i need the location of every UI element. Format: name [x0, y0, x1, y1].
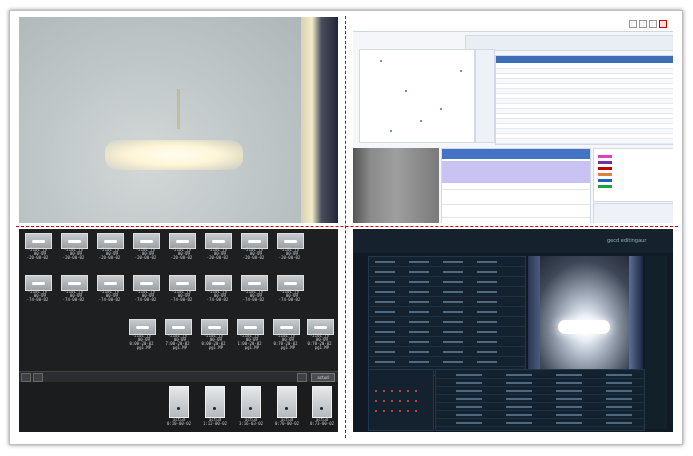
window-titlebar	[353, 17, 673, 32]
selected-thumbnail[interactable]: actud 0:10-00-02	[164, 386, 194, 430]
filter-toolbar[interactable]	[465, 35, 673, 51]
selected-thumbnail[interactable]: actud 1:12-00-02	[200, 386, 230, 430]
thumbnail[interactable]: -2101_jy 00-09 -20-00-02	[21, 231, 54, 261]
camera-view-top-left	[19, 17, 338, 223]
thumbnail[interactable]: -2101_jy 00-09 -74-00-02	[237, 273, 270, 303]
thumbnail[interactable]: -2101_jy 00-09 0:70-20-02 pg1.MP	[303, 317, 336, 350]
selected-thumbnail[interactable]: actud 0:70-00-02	[272, 386, 302, 430]
thumbnail[interactable]: -2101_jy 00-09 -20-00-02	[57, 231, 90, 261]
thumbnail[interactable]: -2101_jy 00-09 -20-00-02	[129, 231, 162, 261]
defect-detail-table[interactable]	[441, 148, 591, 223]
thumbnail[interactable]: -2101_jy 00-09 -20-00-02	[93, 231, 126, 261]
thumbnail[interactable]: -2101_jy 00-09 -20-00-02	[165, 231, 198, 261]
calendar-widget[interactable]	[368, 369, 434, 431]
history-table[interactable]	[435, 369, 645, 431]
thumbnail[interactable]: -2101_jy 00-09 -20-00-02	[273, 231, 306, 261]
monitoring-dashboard: gecd editingaur	[353, 229, 673, 432]
thumbnail-browser: -2101_jy 00-09 -20-00-02 -2101_jy 00-09 …	[19, 229, 338, 371]
thumbnail[interactable]: -2101_jy 00-09 -74-00-02	[57, 273, 90, 303]
selected-thumbnail[interactable]: actud 3:16-03-02	[236, 386, 266, 430]
analysis-software-window	[353, 17, 673, 223]
thumbnail[interactable]: -2101_jy 00-09 -74-00-02	[201, 273, 234, 303]
camera-wall	[19, 17, 302, 223]
scatter-plot	[359, 49, 475, 143]
plot-axis-panel	[475, 49, 495, 143]
selected-strip: actud 0:10-00-02 actud 1:12-00-02 actud …	[19, 382, 338, 432]
window-button[interactable]	[649, 20, 657, 28]
selected-row[interactable]	[442, 161, 590, 183]
back-icon[interactable]	[21, 373, 31, 382]
dashboard-title: gecd editingaur	[607, 238, 647, 244]
thumbnail[interactable]: -2101_jy 00-09 0:00-20-02 pg1.MP	[197, 317, 230, 350]
parameter-form[interactable]	[593, 203, 673, 223]
thumbnail[interactable]: -2101_jy 00-09 -74-00-02	[129, 273, 162, 303]
table-header	[496, 56, 673, 63]
thumbnail[interactable]: -2101_jy 00-09 -74-00-02	[165, 273, 198, 303]
thumbnail[interactable]: -2101_jy 00-09 0:70-20-02 pg1.MP	[269, 317, 302, 350]
thumbnail[interactable]: -2101_jy 00-09 -20-00-02	[201, 231, 234, 261]
camera-streak	[177, 89, 180, 129]
dashboard-sidebar	[645, 256, 667, 429]
next-icon[interactable]	[297, 373, 307, 382]
thumbnail[interactable]: -2101_jy 00-09 0:00-20-02 pg1.MP	[125, 317, 158, 350]
event-table[interactable]	[368, 256, 526, 376]
close-icon[interactable]	[659, 20, 667, 28]
thumbnail[interactable]: -2101_jy 00-09 -74-00-02	[21, 273, 54, 303]
action-button[interactable]: actud	[311, 373, 335, 382]
window-button[interactable]	[639, 20, 647, 28]
results-table[interactable]	[495, 55, 673, 145]
surface-image-preview	[353, 148, 439, 223]
thumbnail[interactable]: -2101_jy 00-09 -20-00-02	[237, 231, 270, 261]
color-legend	[593, 148, 673, 202]
horizontal-divider	[16, 226, 678, 227]
thumbnail[interactable]: -2101_jy 00-09 -74-00-02	[273, 273, 306, 303]
thumbnail[interactable]: -2101_jy 00-09 7:00-20-02 pg1.MP	[161, 317, 194, 350]
selected-thumbnail[interactable]: actud 0:73-00-02	[307, 386, 337, 430]
view-icon[interactable]	[33, 373, 43, 382]
vertical-divider	[345, 16, 346, 438]
light-beam	[105, 140, 243, 170]
camera-pillar	[301, 17, 338, 223]
light-beam	[558, 320, 610, 334]
thumbnail[interactable]: -2101_jy 00-09 -74-00-02	[93, 273, 126, 303]
live-camera-view	[528, 256, 643, 372]
thumbnail[interactable]: -2101_jy 00-09 1:00-20-02 pg1.MP	[233, 317, 266, 350]
window-button[interactable]	[629, 20, 637, 28]
thumbnail-toolbar: actud	[19, 371, 338, 382]
